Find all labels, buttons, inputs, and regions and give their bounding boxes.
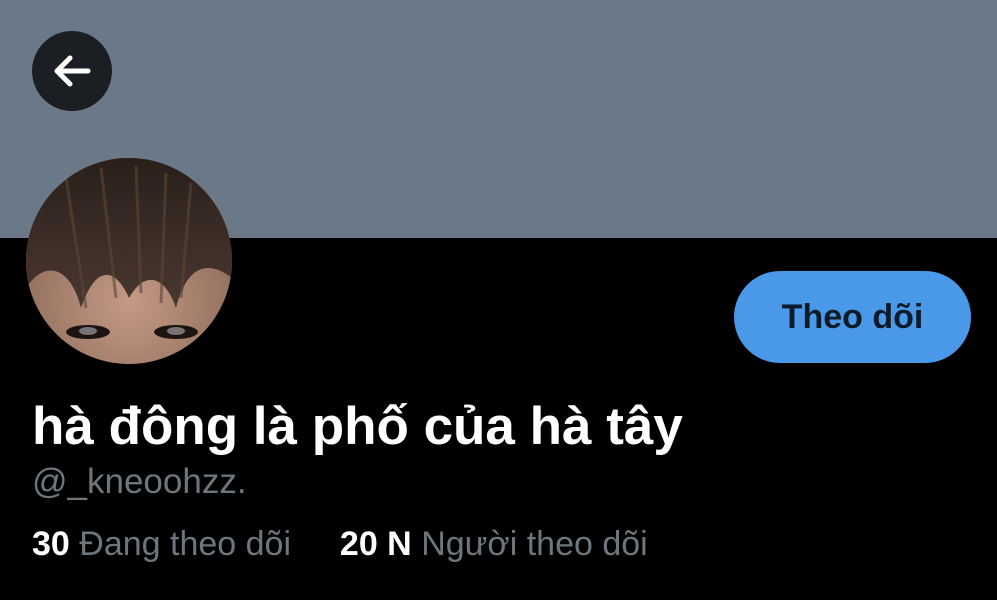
followers-count: 20 N: [339, 525, 412, 563]
avatar-photo: [26, 158, 232, 364]
display-name: hà đông là phố của hà tây: [32, 397, 683, 456]
follow-button[interactable]: Theo dõi: [734, 271, 971, 363]
arrow-left-icon: [54, 55, 91, 87]
username-handle: @_kneoohzz.: [32, 462, 247, 501]
followers-link[interactable]: 20 N Người theo dõi: [330, 525, 648, 563]
avatar[interactable]: [26, 158, 232, 364]
follow-stats: 30 Đang theo dõi 20 N Người theo dõi: [32, 522, 648, 566]
following-link[interactable]: 30 Đang theo dõi: [32, 525, 300, 563]
followers-label: Người theo dõi: [421, 525, 648, 563]
following-count: 30: [32, 525, 70, 563]
back-button[interactable]: [32, 31, 112, 111]
following-label: Đang theo dõi: [79, 525, 292, 563]
